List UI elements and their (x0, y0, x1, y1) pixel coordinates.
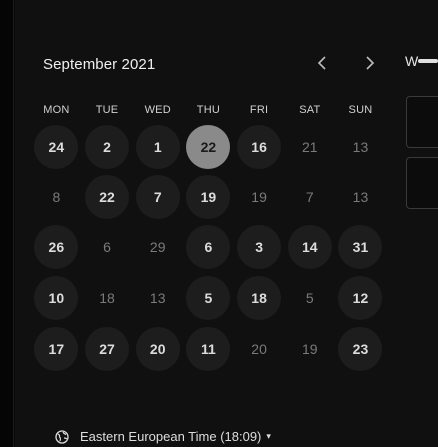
weekday-header: MON TUE WED THU FRI SAT SUN (31, 104, 386, 116)
weekday-label: WED (144, 104, 171, 116)
day-available[interactable]: 12 (338, 276, 383, 320)
chevron-left-icon (317, 56, 326, 70)
day-unavailable: 13 (149, 290, 166, 306)
next-month-button[interactable] (357, 50, 383, 76)
day-unavailable: 19 (301, 341, 318, 357)
day-available[interactable]: 26 (34, 225, 79, 269)
day-available[interactable]: 24 (34, 125, 79, 169)
week-row: 17 27 20 11 20 19 23 (31, 327, 386, 371)
day-unavailable: 5 (305, 290, 314, 306)
day-unavailable: 13 (352, 189, 369, 205)
day-selected[interactable]: 22 (186, 125, 231, 169)
window-edge (0, 0, 14, 447)
day-unavailable: 21 (301, 139, 318, 155)
day-available[interactable]: 16 (237, 125, 282, 169)
day-available[interactable]: 17 (34, 327, 79, 371)
day-unavailable: 8 (52, 189, 61, 205)
chevron-right-icon (366, 56, 375, 70)
day-available[interactable]: 27 (85, 327, 130, 371)
day-available[interactable]: 18 (237, 276, 282, 320)
time-slot-button[interactable] (406, 96, 438, 148)
week-row: 26 6 29 6 3 14 31 (31, 225, 386, 269)
day-available[interactable]: 1 (135, 125, 180, 169)
day-available[interactable]: 11 (186, 327, 231, 371)
day-unavailable: 18 (99, 290, 115, 306)
caret-down-icon: ▾ (266, 431, 271, 441)
day-available[interactable]: 7 (135, 175, 180, 219)
day-available[interactable]: 20 (135, 327, 180, 371)
day-available[interactable]: 5 (186, 276, 231, 320)
day-available[interactable]: 31 (338, 225, 383, 269)
weekday-label: THU (196, 104, 221, 116)
time-slot-button[interactable] (406, 157, 438, 209)
day-available[interactable]: 6 (186, 225, 231, 269)
timezone-selector[interactable]: Eastern European Time (18:09) ▾ (55, 429, 271, 444)
day-available[interactable]: 3 (237, 225, 282, 269)
weekday-label: FRI (249, 104, 269, 116)
side-panel-bar (418, 59, 438, 63)
day-available[interactable]: 23 (338, 327, 383, 371)
day-unavailable: 13 (352, 139, 369, 155)
week-row: 8 22 7 19 19 7 13 (31, 175, 386, 219)
side-panel-label: W (405, 53, 419, 69)
weekday-label: TUE (95, 104, 119, 116)
weekday-label: SAT (299, 104, 321, 116)
weekday-label: SUN (348, 104, 373, 116)
day-unavailable: 29 (149, 239, 166, 255)
month-label: September 2021 (43, 56, 156, 73)
day-available[interactable]: 22 (85, 175, 130, 219)
globe-icon (55, 429, 69, 444)
previous-month-button[interactable] (309, 50, 335, 76)
day-unavailable: 19 (251, 189, 267, 205)
day-unavailable: 6 (103, 239, 111, 255)
weekday-label: MON (43, 104, 70, 116)
timezone-label: Eastern European Time (18:09) (80, 429, 262, 444)
day-available[interactable]: 2 (85, 125, 130, 169)
week-row: 10 18 13 5 18 5 12 (31, 276, 386, 320)
day-unavailable: 7 (305, 189, 314, 205)
week-row: 24 2 1 22 16 21 13 (31, 125, 386, 169)
day-available[interactable]: 14 (287, 225, 332, 269)
day-available[interactable]: 10 (34, 276, 79, 320)
day-available[interactable]: 19 (186, 175, 231, 219)
day-unavailable: 20 (251, 341, 267, 357)
